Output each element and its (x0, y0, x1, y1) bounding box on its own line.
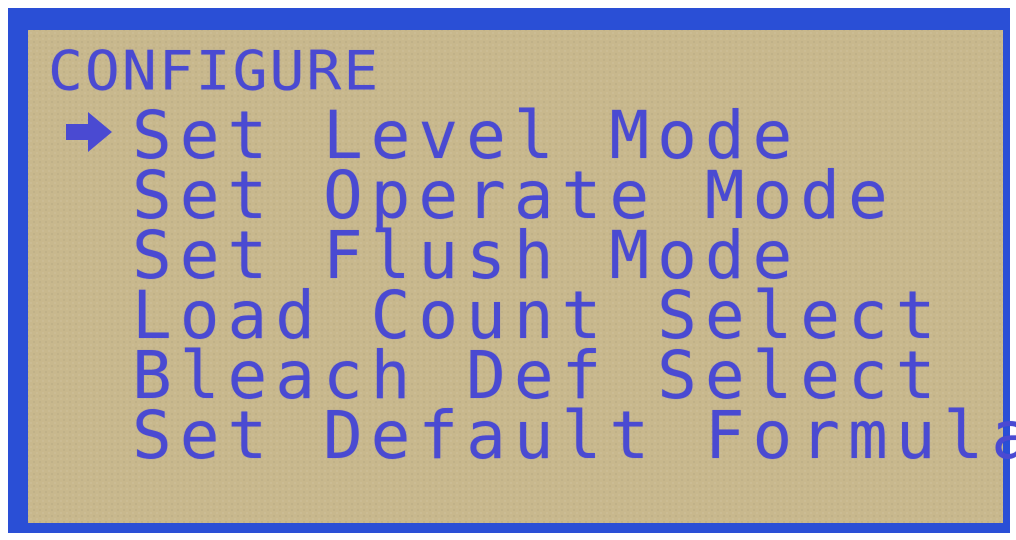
configure-menu: Set Level Mode Set Operate Mode Set Flus… (28, 30, 1016, 523)
device-bezel: CONFIGURE Set Level Mode Set Operate Mod… (8, 8, 1016, 533)
lcd-screen: CONFIGURE Set Level Mode Set Operate Mod… (28, 30, 1016, 523)
menu-item-set-default-formula[interactable]: Set Default Formula (132, 403, 1016, 469)
